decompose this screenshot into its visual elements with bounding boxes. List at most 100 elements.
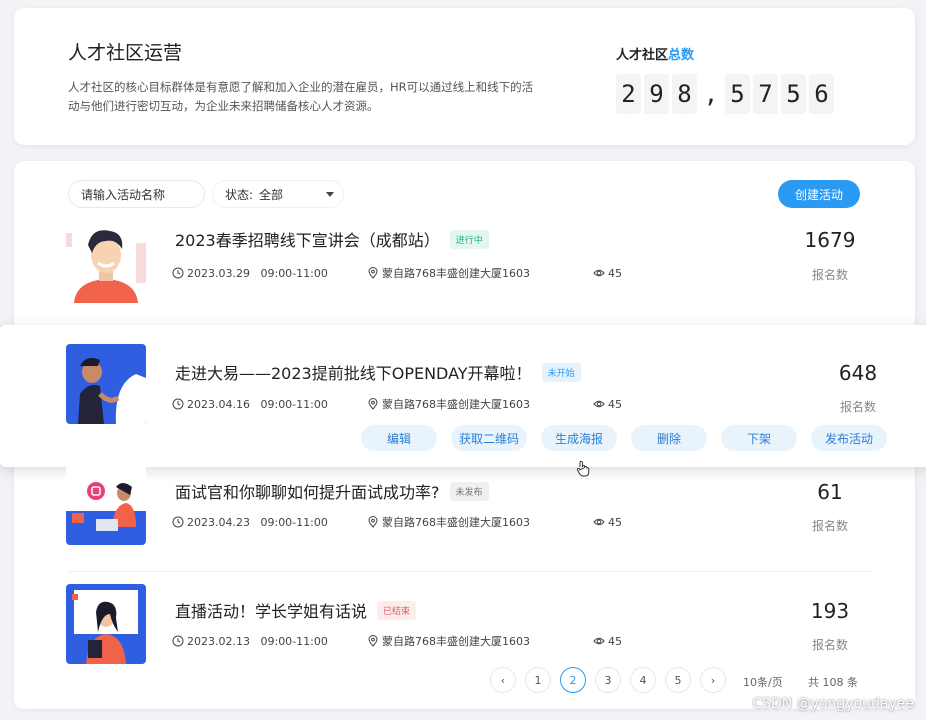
signup-count-label: 报名数 xyxy=(839,400,876,414)
prev-page-button[interactable]: ‹ xyxy=(490,667,516,693)
total-count: 共 108 条 xyxy=(808,676,858,689)
total-label: 人才社区总数 xyxy=(616,44,694,63)
event-address: 蒙自路768丰盛创建大厦1603 xyxy=(382,635,530,648)
status-badge: 进行中 xyxy=(449,230,489,249)
page-description: 人才社区的核心目标群体是有意愿了解和加入企业的潜在雇员，HR可以通过线上和线下的… xyxy=(68,80,534,113)
take-down-button[interactable]: 下架 xyxy=(721,425,797,451)
event-row[interactable]: 走进大易——2023提前批线下OPENDAY开幕啦！ 未开始 2023.04.16… xyxy=(0,325,926,467)
event-views: 45 xyxy=(608,266,622,280)
total-label-highlight: 总数 xyxy=(668,48,695,63)
event-title-text: 面试官和你聊聊如何提升面试成功率? xyxy=(175,483,440,502)
status-select-label: 状态: xyxy=(225,187,254,202)
header-card: 人才社区运营 人才社区的核心目标群体是有意愿了解和加入企业的潜在雇员，HR可以通… xyxy=(14,8,915,145)
event-date: 2023.04.16 xyxy=(187,397,250,411)
mouse-cursor-icon xyxy=(576,460,590,477)
get-qrcode-button[interactable]: 获取二维码 xyxy=(451,425,527,451)
status-select[interactable]: 状态: 全部 xyxy=(212,180,344,208)
location-pin-icon xyxy=(368,516,378,528)
next-page-button[interactable]: › xyxy=(700,667,726,693)
status-select-value: 全部 xyxy=(259,187,284,202)
location-pin-icon xyxy=(368,635,378,647)
page-button[interactable]: 5 xyxy=(665,667,691,693)
counter-digit: 5 xyxy=(725,74,750,114)
location-pin-icon xyxy=(368,398,378,410)
signup-count: 61 xyxy=(817,480,843,504)
total-counter: 2 9 8 , 5 7 5 6 xyxy=(616,74,834,114)
event-thumbnail xyxy=(66,584,146,664)
event-title[interactable]: 直播活动！学长学姐有话说 已结束 xyxy=(175,598,417,622)
event-address: 蒙自路768丰盛创建大厦1603 xyxy=(382,516,530,529)
clock-icon xyxy=(172,635,184,647)
total-label-prefix: 人才社区 xyxy=(616,48,669,63)
chevron-right-icon: › xyxy=(710,673,716,687)
page-button[interactable]: 3 xyxy=(595,667,621,693)
clock-icon xyxy=(172,267,184,279)
signup-count: 648 xyxy=(838,361,878,385)
event-time: 09:00-11:00 xyxy=(260,634,328,648)
search-input[interactable] xyxy=(68,180,205,208)
page-size-select[interactable]: 10条/页 xyxy=(743,674,783,690)
publish-event-button[interactable]: 发布活动 xyxy=(811,425,887,451)
event-title-text: 2023春季招聘线下宣讲会（成都站） xyxy=(175,231,440,250)
event-date: 2023.02.13 xyxy=(187,634,250,648)
event-title[interactable]: 2023春季招聘线下宣讲会（成都站） 进行中 xyxy=(175,227,489,251)
counter-digit: 5 xyxy=(781,74,806,114)
event-meta: 2023.04.23 09:00-11:00 蒙自路768丰盛创建大厦1603 … xyxy=(172,514,622,530)
counter-separator: , xyxy=(703,80,719,108)
status-badge: 未开始 xyxy=(541,363,581,382)
counter-digit: 8 xyxy=(672,74,697,114)
event-views: 45 xyxy=(608,634,622,648)
event-title[interactable]: 面试官和你聊聊如何提升面试成功率? 未发布 xyxy=(175,479,489,503)
caret-down-icon xyxy=(326,192,334,197)
counter-digit: 9 xyxy=(644,74,669,114)
event-address: 蒙自路768丰盛创建大厦1603 xyxy=(382,267,530,280)
counter-digit: 7 xyxy=(753,74,778,114)
row-actions: 编辑 获取二维码 生成海报 删除 下架 发布活动 xyxy=(361,425,887,451)
event-meta: 2023.04.16 09:00-11:00 蒙自路768丰盛创建大厦1603 … xyxy=(172,396,622,412)
location-pin-icon xyxy=(368,267,378,279)
signup-count: 193 xyxy=(810,599,850,623)
eye-icon xyxy=(593,400,605,408)
event-thumbnail xyxy=(66,465,146,545)
status-badge: 已结束 xyxy=(377,601,417,620)
counter-digit: 6 xyxy=(809,74,834,114)
generate-poster-button[interactable]: 生成海报 xyxy=(541,425,617,451)
event-title-text: 走进大易——2023提前批线下OPENDAY开幕啦！ xyxy=(175,364,532,383)
event-row[interactable]: 直播活动！学长学姐有话说 已结束 2023.02.13 09:00-11:00 蒙… xyxy=(14,572,915,690)
clock-icon xyxy=(172,398,184,410)
counter-digit: 2 xyxy=(616,74,641,114)
status-badge: 未发布 xyxy=(449,482,489,501)
page-button[interactable]: 4 xyxy=(630,667,656,693)
event-meta: 2023.02.13 09:00-11:00 蒙自路768丰盛创建大厦1603 … xyxy=(172,633,622,649)
event-date: 2023.04.23 xyxy=(187,515,250,529)
event-row[interactable]: 2023春季招聘线下宣讲会（成都站） 进行中 2023.03.29 09:00-1… xyxy=(14,213,915,331)
signup-count: 1679 xyxy=(804,228,856,252)
clock-icon xyxy=(172,516,184,528)
watermark: CSDN @yongyoudayee xyxy=(752,696,914,712)
signup-count-label: 报名数 xyxy=(811,519,848,533)
pagination: ‹ 1 2 3 4 5 › xyxy=(490,667,726,693)
eye-icon xyxy=(593,269,605,277)
event-title-text: 直播活动！学长学姐有话说 xyxy=(175,602,368,621)
signup-count-label: 报名数 xyxy=(811,638,848,652)
page-title: 人才社区运营 xyxy=(68,42,183,64)
event-views: 45 xyxy=(608,397,622,411)
event-row[interactable]: 面试官和你聊聊如何提升面试成功率? 未发布 2023.04.23 09:00-11… xyxy=(14,451,915,572)
event-time: 09:00-11:00 xyxy=(260,397,328,411)
edit-button[interactable]: 编辑 xyxy=(361,425,437,451)
page-button[interactable]: 1 xyxy=(525,667,551,693)
create-event-button[interactable]: 创建活动 xyxy=(778,180,860,208)
eye-icon xyxy=(593,518,605,526)
event-address: 蒙自路768丰盛创建大厦1603 xyxy=(382,398,530,411)
event-thumbnail xyxy=(66,344,146,424)
delete-button[interactable]: 删除 xyxy=(631,425,707,451)
event-meta: 2023.03.29 09:00-11:00 蒙自路768丰盛创建大厦1603 … xyxy=(172,265,622,281)
page-button-current[interactable]: 2 xyxy=(560,667,586,693)
event-title[interactable]: 走进大易——2023提前批线下OPENDAY开幕啦！ 未开始 xyxy=(175,360,581,384)
signup-count-label: 报名数 xyxy=(811,268,848,282)
event-time: 09:00-11:00 xyxy=(260,515,328,529)
event-list-card: 状态: 全部 创建活动 2023春季招聘线下宣讲会（成都站） 进行中 2023.0… xyxy=(0,161,926,709)
event-thumbnail xyxy=(66,223,146,303)
event-date: 2023.03.29 xyxy=(187,266,250,280)
event-views: 45 xyxy=(608,515,622,529)
